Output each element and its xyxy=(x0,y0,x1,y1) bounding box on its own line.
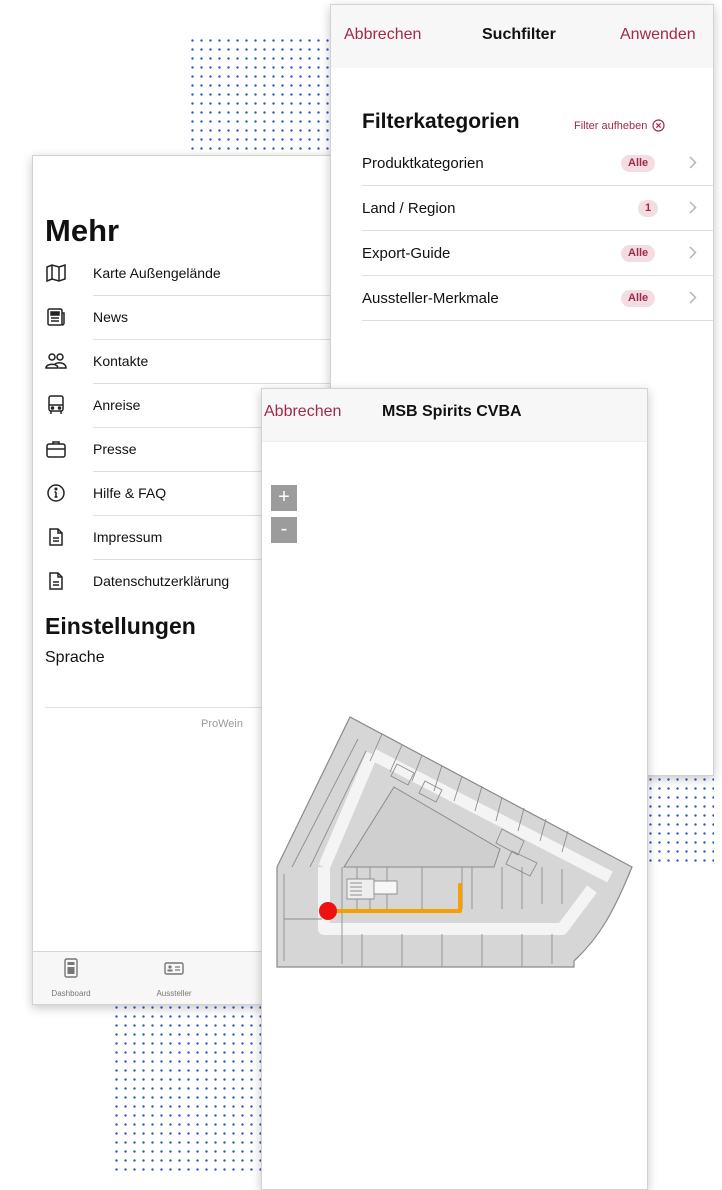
tab-aussteller[interactable]: Aussteller xyxy=(144,958,204,998)
chevron-right-icon xyxy=(689,246,697,259)
filter-row-label: Aussteller-Merkmale xyxy=(362,290,499,307)
filter-badge: Alle xyxy=(621,245,656,262)
filter-row-label: Export-Guide xyxy=(362,245,451,262)
tab-dashboard[interactable]: Dashboard xyxy=(41,958,101,998)
tab-label: Aussteller xyxy=(156,989,192,998)
filter-badge: 1 xyxy=(638,200,659,217)
location-marker xyxy=(319,902,337,920)
map-icon xyxy=(45,262,67,284)
info-icon xyxy=(45,482,67,504)
apply-button[interactable]: Anwenden xyxy=(620,26,696,44)
zoom-in-button[interactable]: + xyxy=(271,485,297,511)
document-icon xyxy=(45,526,67,548)
clear-filters-label: Filter aufheben xyxy=(574,119,648,132)
clear-circle-icon xyxy=(652,119,665,132)
zoom-out-button[interactable]: - xyxy=(271,517,297,543)
bus-icon xyxy=(45,394,67,416)
chevron-right-icon xyxy=(689,156,697,169)
chevron-right-icon xyxy=(689,201,697,214)
dot-pattern-right xyxy=(646,775,714,865)
newspaper-icon xyxy=(45,306,67,328)
menu-item-kontakte[interactable]: Kontakte xyxy=(45,339,343,384)
filter-badge: Alle xyxy=(621,290,656,307)
filter-badge: Alle xyxy=(621,155,656,172)
briefcase-icon xyxy=(45,438,67,460)
filter-row-label: Produktkategorien xyxy=(362,155,484,172)
dot-pattern-bottom xyxy=(112,1003,262,1175)
filter-row-produktkategorien[interactable]: Produktkategorien Alle xyxy=(362,141,713,186)
menu-item-label: Kontakte xyxy=(93,339,343,384)
tab-label: Dashboard xyxy=(51,989,91,998)
exhibitor-card-icon xyxy=(144,958,204,983)
nav-bar: Abbrechen Suchfilter Anwenden xyxy=(331,5,713,68)
settings-heading: Einstellungen xyxy=(45,613,196,639)
menu-item-label: News xyxy=(93,295,343,340)
contacts-icon xyxy=(45,350,67,372)
filter-row-land-region[interactable]: Land / Region 1 xyxy=(362,186,713,231)
menu-item-karte[interactable]: Karte Außengelände xyxy=(45,251,343,296)
menu-item-label: Karte Außengelände xyxy=(93,251,343,296)
clear-filters-button[interactable]: Filter aufheben xyxy=(574,119,665,132)
dot-pattern-top xyxy=(188,36,334,158)
section-title: Filterkategorien xyxy=(362,110,520,133)
dashboard-icon xyxy=(41,958,101,983)
exhibitor-map-screen: Abbrechen MSB Spirits CVBA + - xyxy=(261,388,648,1190)
hall-floor-plan[interactable] xyxy=(262,389,647,1189)
menu-item-news[interactable]: News xyxy=(45,295,343,340)
brand-footer: ProWein xyxy=(201,718,243,730)
chevron-right-icon xyxy=(689,291,697,304)
document-icon xyxy=(45,570,67,592)
filter-row-label: Land / Region xyxy=(362,200,456,217)
filter-row-export-guide[interactable]: Export-Guide Alle xyxy=(362,231,713,276)
filter-category-list: Produktkategorien Alle Land / Region 1 E… xyxy=(362,141,713,321)
page-title: Mehr xyxy=(45,213,120,248)
cancel-button[interactable]: Abbrechen xyxy=(344,26,421,44)
nav-title: Suchfilter xyxy=(482,26,556,43)
filter-row-aussteller-merkmale[interactable]: Aussteller-Merkmale Alle xyxy=(362,276,713,321)
